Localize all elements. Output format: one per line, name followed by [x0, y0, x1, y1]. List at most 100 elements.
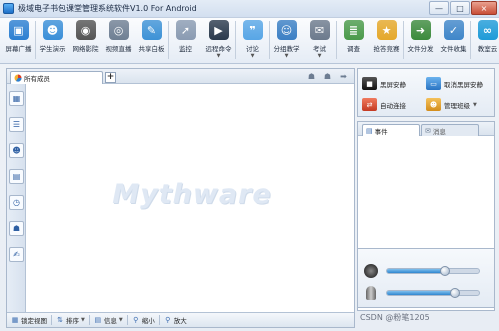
sort-label: 排序	[66, 317, 79, 325]
toolbar-button-label: 屏幕广播	[5, 45, 32, 53]
toolbar-button-label: 远程命令	[205, 45, 232, 53]
mythware-watermark: Mythware	[112, 179, 272, 210]
toolbar-button-remote-command[interactable]: ▶ 远程命令 ▼	[202, 18, 235, 62]
sort-button[interactable]: ⇅ 排序 ▼	[56, 315, 85, 325]
zoom-out-button[interactable]: ⚲ 缩小	[132, 315, 155, 325]
app-logo-icon	[3, 3, 14, 14]
cancel-black-screen-label: 取消黑屏安静	[444, 80, 483, 89]
history-icon[interactable]: ◷	[9, 195, 24, 210]
cancel-black-screen-button[interactable]: ▭ 取消黑屏安静	[426, 75, 483, 92]
toolbar-button-label: 调查	[347, 45, 360, 53]
chevron-down-icon: ▼	[17, 53, 21, 59]
remote-command-icon: ▶	[208, 20, 229, 40]
toolbar-button-discussion-bubbles[interactable]: ❞ 讨论 ▼	[236, 18, 269, 62]
source-watermark: CSDN @粉笔1205	[360, 313, 430, 322]
toolbar-button-film-reel[interactable]: ◉ 网络影院▼	[69, 18, 102, 62]
chevron-down-icon: ▼	[473, 101, 477, 108]
toolbar-button-group-teaching[interactable]: ☺ 分组教学 ▼	[270, 18, 303, 62]
user-add-icon[interactable]: ☻	[9, 143, 24, 158]
survey-icon: ≣	[343, 20, 364, 40]
classroom-cloud-icon: ∞	[477, 20, 498, 40]
maximize-button[interactable]: □	[450, 1, 470, 15]
mic-volume-fill	[387, 291, 455, 295]
tab-messages[interactable]: ✉ 消息	[421, 124, 479, 136]
right-panel: ■ 黑屏安静 ▭ 取消黑屏安静 ⇄ 自动连接 ☻ 管理班级 ▼ ▤ 事件 ✉ 消…	[357, 68, 495, 328]
toolbar-button-label: 监控	[179, 45, 192, 53]
toolbar-button-quiz-star[interactable]: ★ 抢答竞赛▼	[370, 18, 403, 62]
toolbar-button-label: 文件分发	[407, 45, 434, 53]
title-bar: 极域电子书包课堂管理系统软件V1.0 For Android — □ ×	[0, 0, 499, 18]
tab-messages-label: 消息	[432, 127, 446, 136]
message-icon: ✉	[425, 126, 431, 135]
file-distribute-icon: ➜	[410, 20, 431, 40]
view-bottom-bar: ▦ 锁定视图 ⇅ 排序 ▼ ▤ 信息 ▼ ⚲ 缩小 ⚲ 放大	[7, 312, 354, 327]
toolbar-button-label: 学生演示	[39, 45, 66, 53]
add-group-tab-button[interactable]: +	[105, 72, 116, 83]
toolbar-button-webcam[interactable]: ◎ 视频直播▼	[102, 18, 135, 62]
monitor-broadcast-icon: ▣	[8, 20, 29, 40]
sort-icon: ⇅	[57, 316, 63, 324]
manage-class-label: 管理班级	[444, 101, 470, 110]
film-reel-icon: ◉	[75, 20, 96, 40]
screen-restore-icon: ▭	[426, 77, 441, 90]
connect-icon: ⇄	[362, 98, 377, 111]
chevron-down-icon: ▼	[117, 53, 121, 59]
discussion-bubbles-icon: ❞	[242, 20, 263, 40]
toolbar-button-exam[interactable]: ✉ 考试 ▼	[303, 18, 336, 62]
toolbar-button-student-demo[interactable]: ☻ 学生演示▼	[36, 18, 69, 62]
list-view-icon[interactable]: ☰	[9, 117, 24, 132]
toolbar-button-file-collect[interactable]: ✓ 文件收集▼	[437, 18, 470, 62]
sort-users-icon[interactable]: ☗	[305, 71, 318, 82]
tab-all-members[interactable]: 所有成员	[10, 71, 103, 84]
divider	[88, 315, 90, 325]
mic-volume-handle[interactable]	[449, 288, 460, 298]
toolbar-button-classroom-cloud[interactable]: ∞ 教室云▼	[471, 18, 499, 62]
main-toolbar: ▣屏幕广播▼☻学生演示▼◉网络影院▼◎视频直播▼✎共享白板▼➚监控▼▶远程命令▼…	[0, 18, 499, 64]
auto-connect-label: 自动连接	[380, 101, 406, 110]
lock-view-button[interactable]: ▦ 锁定视图	[11, 315, 47, 325]
lock-view-icon: ▦	[11, 316, 19, 324]
window-title: 极域电子书包课堂管理系统软件V1.0 For Android	[18, 4, 197, 13]
toolbar-button-label: 考试	[313, 45, 326, 53]
speaker-volume-slider[interactable]	[386, 266, 480, 276]
pie-icon	[14, 74, 22, 82]
chevron-down-icon: ▼	[250, 53, 255, 59]
group-teaching-icon: ☺	[276, 20, 297, 40]
toolbar-button-monitor-broadcast[interactable]: ▣ 屏幕广播▼	[2, 18, 35, 62]
black-screen-icon: ■	[362, 77, 377, 90]
black-screen-button[interactable]: ■ 黑屏安静	[362, 75, 406, 92]
arrow-right-icon[interactable]: ➡	[337, 71, 350, 82]
lock-view-label: 锁定视图	[21, 317, 47, 325]
toolbar-button-label: 共享白板	[138, 45, 165, 53]
events-tab-bar: ▤ 事件 ✉ 消息	[358, 122, 494, 136]
zoom-in-label: 放大	[173, 317, 187, 325]
toolbar-button-file-distribute[interactable]: ➜ 文件分发▼	[404, 18, 437, 62]
toolbar-button-monitor-cursor[interactable]: ➚ 监控▼	[169, 18, 202, 62]
minimize-button[interactable]: —	[429, 1, 449, 15]
sort-users-alt-icon[interactable]: ☗	[321, 71, 334, 82]
toolbar-button-whiteboard[interactable]: ✎ 共享白板▼	[135, 18, 168, 62]
chevron-down-icon: ▼	[317, 53, 322, 59]
toolbar-button-label: 网络影院	[72, 45, 99, 53]
chevron-down-icon: ▼	[385, 53, 389, 59]
app-window: 极域电子书包课堂管理系统软件V1.0 For Android — □ × ▣ 屏幕…	[0, 0, 499, 331]
info-button[interactable]: ▤ 信息 ▼	[94, 315, 123, 325]
note-edit-icon[interactable]: ✍	[9, 247, 24, 262]
close-button[interactable]: ×	[471, 1, 497, 15]
manage-class-icon: ☻	[426, 98, 441, 111]
zoom-in-button[interactable]: ⚲ 放大	[164, 315, 187, 325]
exam-icon: ✉	[309, 20, 330, 40]
mic-volume-slider[interactable]	[386, 288, 480, 298]
document-icon[interactable]: ▤	[9, 169, 24, 184]
user-group-icon[interactable]: ☗	[9, 221, 24, 236]
manage-class-button[interactable]: ☻ 管理班级 ▼	[426, 96, 477, 113]
tab-events[interactable]: ▤ 事件	[362, 124, 420, 136]
speaker-volume-handle[interactable]	[440, 266, 451, 276]
chevron-down-icon: ▼	[486, 53, 490, 59]
toolbar-button-survey[interactable]: ≣ 调查▼	[337, 18, 370, 62]
chevron-down-icon: ▼	[81, 317, 85, 323]
thumbnail-view-icon[interactable]: ▦	[9, 91, 24, 106]
auto-connect-button[interactable]: ⇄ 自动连接	[362, 96, 406, 113]
tab-all-members-label: 所有成员	[24, 75, 50, 83]
view-tools: ☗ ☗ ➡	[305, 71, 350, 82]
